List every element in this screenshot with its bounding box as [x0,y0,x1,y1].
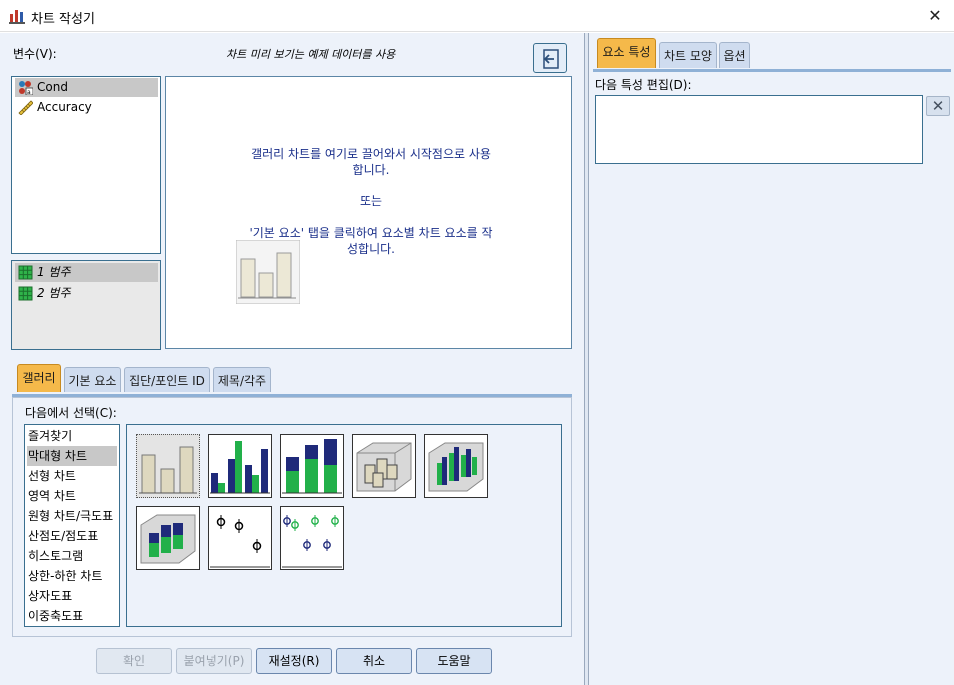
chart-type-pie-polar[interactable]: 원형 차트/극도표 [27,506,117,526]
error-bar-thumb-icon [210,515,270,568]
thumb-3d-simple-bar[interactable] [352,434,416,498]
cancel-button[interactable]: 취소 [336,648,412,674]
thumb-3d-stacked-bar[interactable] [136,506,200,570]
window-title: 차트 작성기 [31,12,95,27]
simple-bar-thumb-icon [139,446,197,494]
chart-type-list: 즐겨찾기 막대형 차트 선형 차트 영역 차트 원형 차트/극도표 산점도/점도… [24,424,120,627]
variable-item-accuracy[interactable]: Accuracy [15,98,158,117]
clustered-error-bar-thumb-icon [282,515,342,568]
thumb-3d-clustered-bar[interactable] [424,434,488,498]
preview-hint: 차트 미리 보기는 예제 데이터를 사용 [226,48,396,61]
import-arrow-icon [543,49,559,69]
import-chart-button[interactable] [533,43,567,73]
variable-name: Cond [37,80,68,94]
chart-type-dual-axes[interactable]: 이중축도표 [27,606,117,626]
chart-type-scatter-dot[interactable]: 산점도/점도표 [27,526,117,546]
thumb-simple-bar[interactable] [136,434,200,498]
gallery-thumbnails [126,424,562,627]
thumb-simple-error-bar[interactable] [208,506,272,570]
variables-label: 변수(V): [13,47,57,61]
paste-button[interactable]: 붙여넣기(P) [176,648,252,674]
title-bar: 차트 작성기 ✕ [0,0,954,32]
category-name: 1 범주 [37,265,71,279]
chart-preview-canvas[interactable]: 갤러리 차트를 여기로 끌어와서 시작점으로 사용 합니다. 또는 '기본 요소… [165,76,572,349]
category-item-2[interactable]: 2 범주 [15,284,158,303]
preview-instruction-2: 합니다. [352,163,390,177]
3d-simple-bar-thumb-icon [356,442,412,492]
variable-name: Accuracy [37,100,92,114]
tab-gallery[interactable]: 갤러리 [17,364,61,392]
stacked-bar-thumb-icon [282,439,342,494]
category-grid-icon [18,286,33,301]
variable-list: a Cond Accuracy [11,76,161,254]
3d-stacked-bar-thumb-icon [140,514,196,564]
category-name: 2 범주 [37,286,71,300]
chart-type-favorites[interactable]: 즐겨찾기 [27,426,117,446]
preview-or: 또는 [359,194,383,208]
tab-groups-point-id[interactable]: 집단/포인트 ID [124,367,210,392]
thumb-clustered-bar[interactable] [208,434,272,498]
reset-button[interactable]: 재설정(R) [256,648,332,674]
chart-type-bar[interactable]: 막대형 차트 [27,446,117,466]
chart-type-histogram[interactable]: 히스토그램 [27,546,117,566]
choose-from-label: 다음에서 선택(C): [25,406,117,420]
tab-chart-appearance[interactable]: 차트 모양 [659,42,717,68]
scale-ruler-icon [18,100,33,115]
category-grid-icon [18,265,33,280]
bar-chart-placeholder-icon [236,240,300,304]
chart-type-area[interactable]: 영역 차트 [27,486,117,506]
edit-properties-label: 다음 특성 편집(D): [595,78,692,92]
thumb-stacked-bar[interactable] [280,434,344,498]
close-icon[interactable]: ✕ [924,5,946,27]
chart-builder-app-icon [9,10,25,24]
edit-properties-list[interactable] [595,95,923,164]
tab-basic-elements[interactable]: 기본 요소 [64,367,121,392]
tab-options[interactable]: 옵션 [719,42,750,68]
right-pane: 요소 특성 차트 모양 옵션 다음 특성 편집(D): ✕ [588,33,954,685]
category-list: 1 범주 2 범주 [11,260,161,350]
nominal-variable-icon: a [19,81,33,95]
preview-instruction-1: 갤러리 차트를 여기로 끌어와서 시작점으로 사용 [251,147,491,161]
chart-type-high-low[interactable]: 상한-하한 차트 [27,566,117,586]
tab-titles-footnotes[interactable]: 제목/각주 [213,367,271,392]
3d-clustered-bar-thumb-icon [428,442,484,492]
left-pane: 변수(V): 차트 미리 보기는 예제 데이터를 사용 a Cond Accur… [0,33,585,685]
svg-text:a: a [27,89,31,95]
help-button[interactable]: 도움말 [416,648,492,674]
thumb-clustered-error-bar[interactable] [280,506,344,570]
variable-item-cond[interactable]: a Cond [15,78,158,97]
category-item-1[interactable]: 1 범주 [15,263,158,282]
tab-element-properties[interactable]: 요소 특성 [597,38,656,68]
clustered-bar-thumb-icon [210,441,270,494]
preview-instruction-3: '기본 요소' 탭을 클릭하여 요소별 차트 요소를 작 [249,226,493,240]
right-tab-underline [593,69,951,72]
delete-element-icon[interactable]: ✕ [926,96,950,116]
chart-type-boxplot[interactable]: 상자도표 [27,586,117,606]
chart-type-line[interactable]: 선형 차트 [27,466,117,486]
ok-button[interactable]: 확인 [96,648,172,674]
